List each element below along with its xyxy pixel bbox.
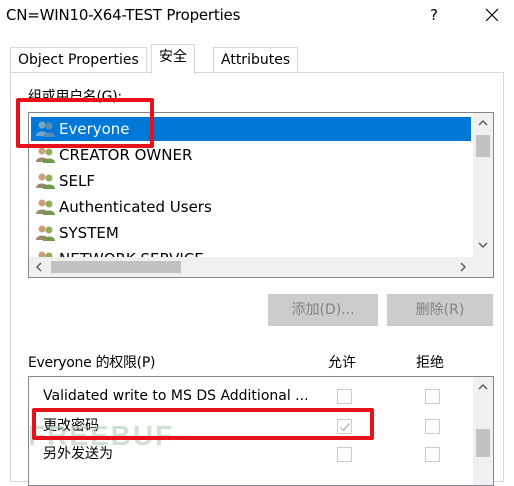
allow-column-header: 允许 bbox=[328, 355, 356, 371]
principals-horizontal-scrollbar[interactable] bbox=[29, 257, 473, 277]
permissions-vertical-scrollbar[interactable] bbox=[473, 377, 493, 485]
scroll-left-icon[interactable] bbox=[29, 257, 49, 277]
list-item-everyone[interactable]: Everyone bbox=[31, 117, 471, 141]
close-button[interactable] bbox=[478, 4, 506, 26]
checkmark-icon bbox=[340, 423, 351, 432]
add-button[interactable]: 添加(D)... bbox=[268, 294, 378, 326]
watermark: FREEBUF bbox=[28, 420, 175, 451]
window-title: CN=WIN10-X64-TEST Properties bbox=[6, 6, 241, 24]
scroll-down-icon[interactable] bbox=[473, 237, 493, 257]
users-icon bbox=[35, 146, 57, 164]
help-button[interactable]: ? bbox=[424, 4, 444, 26]
deny-checkbox[interactable] bbox=[425, 419, 440, 434]
permission-row: Validated write to MS DS Additional ... bbox=[29, 383, 473, 409]
users-icon bbox=[35, 172, 57, 190]
scroll-right-icon[interactable] bbox=[453, 257, 473, 277]
close-icon bbox=[485, 8, 499, 22]
list-item-creator-owner[interactable]: CREATOR OWNER bbox=[31, 143, 471, 167]
permissions-label: Everyone 的权限(P) bbox=[28, 355, 156, 371]
scroll-thumb[interactable] bbox=[476, 429, 490, 457]
allow-checkbox[interactable] bbox=[337, 447, 352, 462]
scroll-corner bbox=[473, 257, 493, 277]
principal-name: SELF bbox=[59, 172, 95, 190]
title-bar: CN=WIN10-X64-TEST Properties ? bbox=[0, 0, 514, 32]
group-or-user-label: 组或用户名(G): bbox=[28, 89, 122, 105]
deny-checkbox[interactable] bbox=[425, 389, 440, 404]
principals-list[interactable]: Everyone CREATOR OWNER SELF Authenticate… bbox=[28, 112, 494, 278]
tab-object-properties[interactable]: Object Properties bbox=[10, 47, 147, 73]
scroll-thumb[interactable] bbox=[476, 135, 490, 157]
principal-name: CREATOR OWNER bbox=[59, 146, 193, 164]
users-icon bbox=[35, 224, 57, 242]
tab-strip: Object Properties 安全 Attributes bbox=[10, 44, 504, 74]
permission-name: Validated write to MS DS Additional ... bbox=[43, 388, 309, 404]
remove-button[interactable]: 删除(R) bbox=[387, 294, 493, 326]
principal-name: Authenticated Users bbox=[59, 198, 212, 216]
tab-security[interactable]: 安全 bbox=[151, 44, 195, 74]
deny-checkbox[interactable] bbox=[425, 447, 440, 462]
h-scroll-thumb[interactable] bbox=[51, 261, 181, 273]
users-icon bbox=[35, 120, 57, 138]
scroll-up-icon[interactable] bbox=[473, 379, 493, 399]
deny-column-header: 拒绝 bbox=[416, 355, 444, 371]
list-item-self[interactable]: SELF bbox=[31, 169, 471, 193]
list-item-authenticated-users[interactable]: Authenticated Users bbox=[31, 195, 471, 219]
principal-name: SYSTEM bbox=[59, 224, 119, 242]
tab-attributes[interactable]: Attributes bbox=[213, 47, 299, 73]
principal-name: Everyone bbox=[59, 120, 130, 138]
scroll-up-icon[interactable] bbox=[473, 115, 493, 135]
allow-checkbox[interactable] bbox=[337, 389, 352, 404]
principals-vertical-scrollbar[interactable] bbox=[473, 113, 493, 257]
users-icon bbox=[35, 198, 57, 216]
list-item-system[interactable]: SYSTEM bbox=[31, 221, 471, 245]
allow-checkbox[interactable] bbox=[337, 419, 352, 434]
